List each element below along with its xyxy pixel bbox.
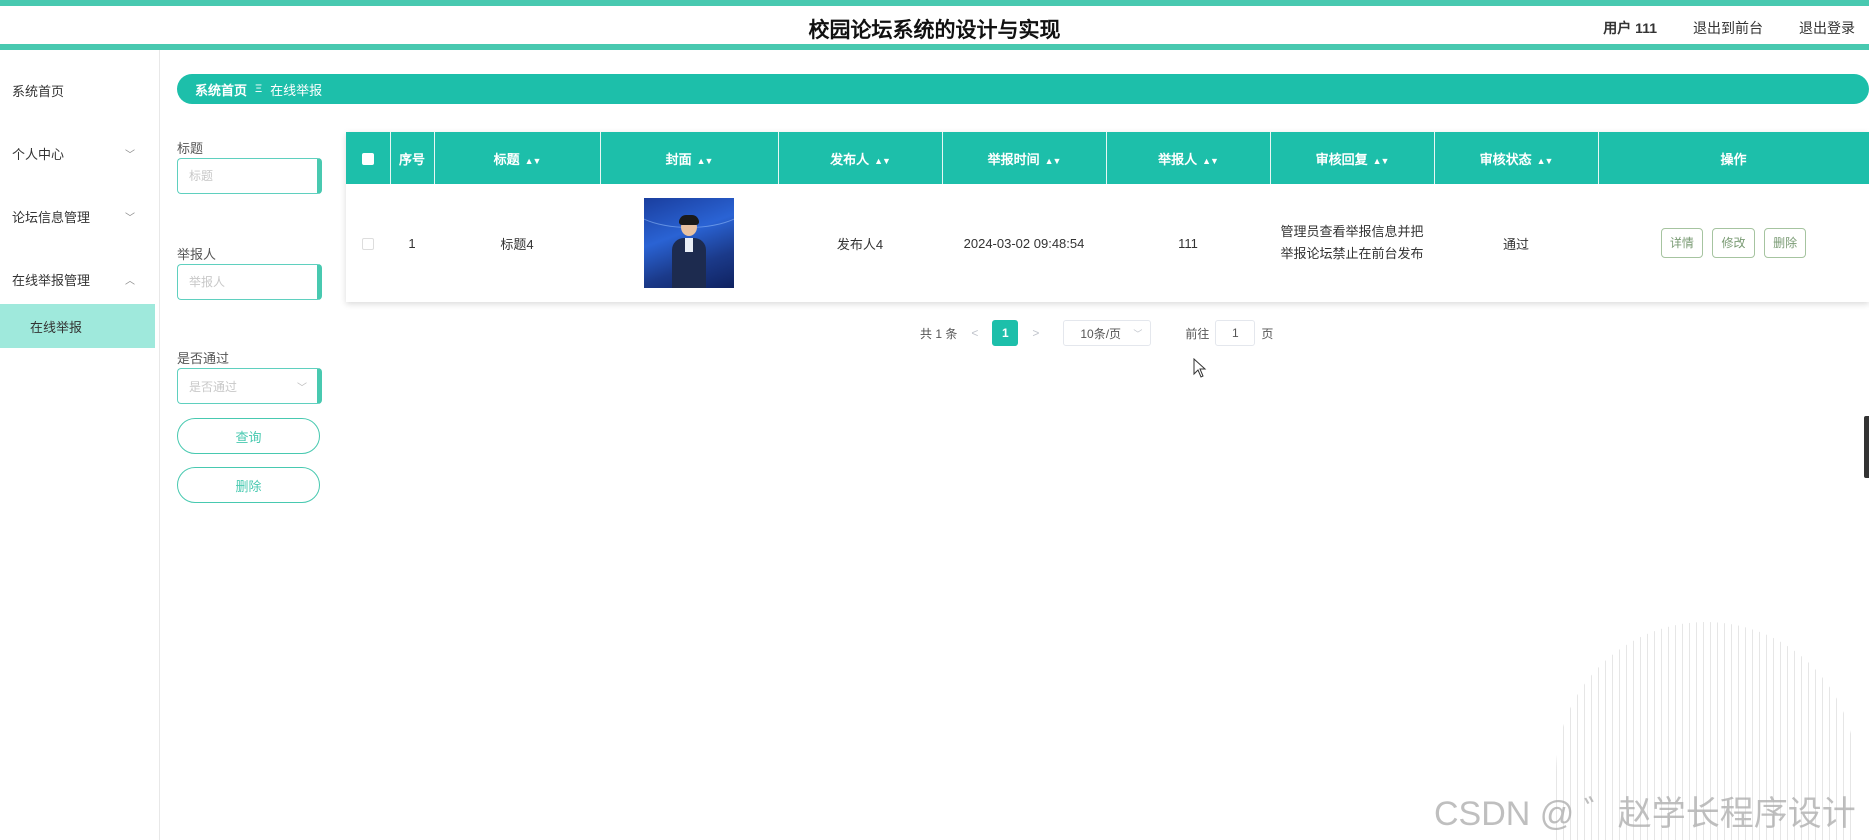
breadcrumb-separator: Ξ [255, 83, 263, 95]
row-cover[interactable] [600, 184, 778, 302]
header-bottom-stripe [0, 44, 1869, 50]
sidebar-item-personal-center[interactable]: 个人中心 ﹀ [0, 131, 155, 175]
cover-image[interactable] [644, 198, 734, 288]
reply-line: 管理员查看举报信息并把 [1280, 224, 1424, 239]
sidebar-item-label: 论坛信息管理 [12, 209, 91, 225]
page-size-select[interactable]: 10条/页 ﹀ [1063, 320, 1152, 346]
anchor-figure [672, 215, 706, 288]
title-filter-input[interactable] [177, 158, 322, 194]
sidebar-item-home[interactable]: 系统首页 [0, 68, 155, 112]
passed-filter-select[interactable]: 是否通过 ﹀ [177, 368, 322, 404]
goto-label: 前往 [1185, 326, 1210, 341]
delete-selected-button[interactable]: 删除 [177, 467, 320, 503]
title-filter-label: 标题 [177, 141, 204, 156]
reply-line: 举报论坛禁止在前台发布 [1280, 246, 1424, 261]
row-report-time: 2024-03-02 09:48:54 [963, 235, 1085, 251]
next-page-button[interactable]: > [1032, 326, 1039, 340]
column-header-title[interactable]: 标题 ▲▼ [434, 132, 601, 184]
sort-icon[interactable]: ▲▼ [525, 156, 542, 166]
back-to-front-link[interactable]: 退出到前台 [1693, 18, 1763, 38]
row-review-status: 通过 [1502, 236, 1529, 252]
sort-icon[interactable]: ▲▼ [1373, 156, 1390, 166]
chevron-down-icon: ﹀ [125, 212, 135, 224]
column-header-report-time[interactable]: 举报时间 ▲▼ [942, 132, 1107, 184]
column-header-cover[interactable]: 封面 ▲▼ [600, 132, 779, 184]
page-suffix: 页 [1261, 326, 1274, 341]
sidebar-subitem-label: 在线举报 [30, 319, 83, 335]
sidebar-item-label: 系统首页 [12, 83, 65, 99]
page-number-current[interactable]: 1 [992, 320, 1019, 346]
breadcrumb: 系统首页 Ξ 在线举报 [177, 74, 1869, 104]
edit-button[interactable]: 修改 [1712, 228, 1755, 258]
sidebar-item-forum-management[interactable]: 论坛信息管理 ﹀ [0, 194, 155, 238]
filter-panel: 标题 举报人 是否通过 是否通过 ﹀ 查询 删除 [177, 138, 322, 503]
table-header-row: 序号 标题 ▲▼ 封面 ▲▼ 发布人 ▲▼ 举报时间 ▲▼ 举报人 ▲▼ 审核回复 ▲▼ 审… [346, 132, 1869, 184]
sort-icon[interactable]: ▲▼ [1045, 156, 1062, 166]
pagination: 共 1 条 < 1 > 10条/页 ﹀ 前往 1 页 [920, 320, 1273, 346]
chevron-down-icon: ﹀ [1133, 328, 1143, 339]
column-header-actions: 操作 [1598, 132, 1869, 184]
sort-icon[interactable]: ▲▼ [1202, 156, 1219, 166]
row-actions: 详情 修改 删除 [1598, 184, 1869, 302]
sort-icon[interactable]: ▲▼ [697, 156, 714, 166]
detail-button[interactable]: 详情 [1660, 228, 1703, 258]
delete-button[interactable]: 删除 [1764, 228, 1807, 258]
chevron-up-icon: ︿ [125, 275, 135, 287]
passed-filter-placeholder: 是否通过 [189, 379, 238, 394]
select-all-header[interactable] [346, 132, 391, 184]
column-header-index: 序号 [390, 132, 435, 184]
sidebar-subitem-online-report[interactable]: 在线举报 [0, 304, 155, 348]
header-links: 用户 111 退出到前台 退出登录 [1603, 18, 1855, 38]
row-select-cell[interactable] [346, 184, 390, 302]
chevron-down-icon: ﹀ [297, 382, 307, 394]
column-header-reporter[interactable]: 举报人 ▲▼ [1106, 132, 1271, 184]
column-header-review-reply[interactable]: 审核回复 ▲▼ [1270, 132, 1435, 184]
row-checkbox[interactable] [361, 238, 374, 251]
prev-page-button[interactable]: < [971, 326, 978, 340]
sort-icon[interactable]: ▲▼ [1537, 156, 1554, 166]
sidebar-item-label: 个人中心 [12, 146, 65, 162]
row-reporter: 111 [1178, 235, 1198, 251]
sidebar-item-report-management[interactable]: 在线举报管理 ︿ [0, 257, 155, 301]
reporter-filter-label: 举报人 [177, 247, 217, 262]
row-review-reply: 管理员查看举报信息并把 举报论坛禁止在前台发布 [1270, 184, 1434, 302]
app-title: 校园论坛系统的设计与实现 [808, 19, 1061, 42]
row-publisher: 发布人4 [836, 236, 884, 252]
row-title: 标题4 [500, 236, 534, 252]
column-header-publisher[interactable]: 发布人 ▲▼ [778, 132, 943, 184]
select-all-checkbox[interactable] [361, 153, 374, 166]
user-label: 用户 111 [1603, 20, 1657, 36]
sidebar-item-label: 在线举报管理 [12, 272, 91, 288]
report-table: 序号 标题 ▲▼ 封面 ▲▼ 发布人 ▲▼ 举报时间 ▲▼ 举报人 ▲▼ 审核回复 ▲▼ 审… [346, 132, 1869, 302]
query-button[interactable]: 查询 [177, 418, 320, 454]
page-size-value: 10条/页 [1080, 326, 1122, 341]
column-header-review-status[interactable]: 审核状态 ▲▼ [1434, 132, 1599, 184]
chevron-down-icon: ﹀ [125, 149, 135, 161]
passed-filter-label: 是否通过 [177, 351, 230, 366]
logout-link[interactable]: 退出登录 [1799, 18, 1855, 38]
watermark: CSDN @ ゛赵学长程序设计 [1434, 795, 1856, 833]
goto-page-input[interactable]: 1 [1215, 320, 1256, 346]
reporter-filter-input[interactable] [177, 264, 322, 300]
breadcrumb-home[interactable]: 系统首页 [195, 80, 247, 99]
sidebar: 系统首页 个人中心 ﹀ 论坛信息管理 ﹀ 在线举报管理 ︿ 在线举报 [0, 50, 160, 840]
table-row: 1 标题4 发布人4 2024-03-02 09:48:54 111 管理员查看… [346, 184, 1869, 302]
sort-icon[interactable]: ▲▼ [874, 156, 891, 166]
page: 校园论坛系统的设计与实现 用户 111 退出到前台 退出登录 系统首页 个人中心… [0, 0, 1869, 840]
total-count: 共 1 条 [920, 326, 958, 341]
row-index: 1 [408, 235, 416, 251]
scrollbar-handle[interactable] [1864, 416, 1869, 478]
breadcrumb-current: 在线举报 [270, 82, 323, 98]
header: 校园论坛系统的设计与实现 用户 111 退出到前台 退出登录 [0, 6, 1869, 44]
mouse-cursor-icon [1193, 358, 1207, 378]
